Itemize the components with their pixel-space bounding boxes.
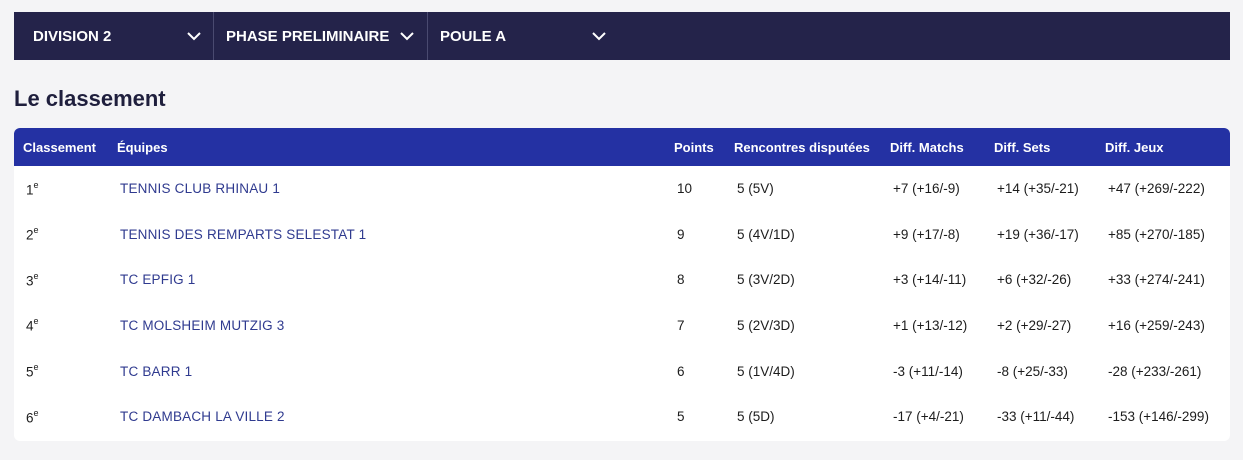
standings-table: Classement Équipes Points Rencontres dis… (14, 128, 1230, 440)
diff-jeux-cell: -153 (+146/-299) (1108, 409, 1209, 425)
team-link[interactable]: TC DAMBACH LA VILLE 2 (120, 409, 285, 424)
diff-matchs-cell: +1 (+13/-12) (893, 318, 968, 334)
table-row: 1e TENNIS CLUB RHINAU 1 10 5 (5V) +7 (+1… (14, 166, 1230, 212)
header-rencontres[interactable]: Rencontres disputées (734, 128, 890, 166)
diff-jeux-cell: +16 (+259/-243) (1108, 318, 1205, 334)
points-cell: 8 (677, 272, 685, 288)
team-link[interactable]: TENNIS DES REMPARTS SELESTAT 1 (120, 227, 366, 242)
played-cell: 5 (4V/1D) (737, 226, 795, 242)
header-diff-sets[interactable]: Diff. Sets (994, 128, 1105, 166)
header-points[interactable]: Points (674, 128, 734, 166)
diff-matchs-cell: -17 (+4/-21) (893, 409, 964, 425)
standings-card: Classement Équipes Points Rencontres dis… (14, 128, 1230, 441)
diff-jeux-cell: +33 (+274/-241) (1108, 272, 1205, 288)
played-cell: 5 (1V/4D) (737, 363, 795, 379)
team-link[interactable]: TENNIS CLUB RHINAU 1 (120, 181, 280, 196)
rank-cell: 5e (14, 348, 114, 394)
diff-sets-cell: +19 (+36/-17) (997, 226, 1079, 242)
poule-select-label: POULE A (440, 27, 507, 45)
points-cell: 6 (677, 363, 685, 379)
diff-matchs-cell: +3 (+14/-11) (893, 272, 967, 288)
rank-suffix: e (33, 225, 39, 236)
chevron-down-icon (187, 32, 201, 41)
section-title: Le classement (14, 86, 166, 111)
header-diff-jeux[interactable]: Diff. Jeux (1105, 128, 1230, 166)
diff-matchs-cell: -3 (+11/-14) (893, 363, 963, 379)
diff-sets-cell: -8 (+25/-33) (997, 363, 1068, 379)
team-cell: TC MOLSHEIM MUTZIG 3 (114, 303, 674, 349)
team-link[interactable]: TC BARR 1 (120, 364, 192, 379)
table-row: 4e TC MOLSHEIM MUTZIG 3 7 5 (2V/3D) +1 (… (14, 303, 1230, 349)
rank-cell: 3e (14, 257, 114, 303)
diff-jeux-cell: +47 (+269/-222) (1108, 181, 1205, 197)
diff-sets-cell: +2 (+29/-27) (997, 318, 1072, 334)
diff-sets-cell: +6 (+32/-26) (997, 272, 1072, 288)
rank-cell: 6e (14, 394, 114, 440)
filter-bar: DIVISION 2 PHASE PRELIMINAIRE POULE A (14, 12, 1230, 60)
table-header-row: Classement Équipes Points Rencontres dis… (14, 128, 1230, 166)
team-cell: TC BARR 1 (114, 348, 674, 394)
diff-jeux-cell: -28 (+233/-261) (1108, 363, 1202, 379)
team-link[interactable]: TC MOLSHEIM MUTZIG 3 (120, 318, 285, 333)
points-cell: 9 (677, 226, 685, 242)
played-cell: 5 (5V) (737, 181, 774, 197)
rank-suffix: e (33, 179, 39, 190)
rank-suffix: e (33, 407, 39, 418)
rank-cell: 1e (14, 166, 114, 212)
diff-sets-cell: -33 (+11/-44) (997, 409, 1075, 425)
points-cell: 10 (677, 181, 693, 197)
diff-matchs-cell: +9 (+17/-8) (893, 226, 960, 242)
diff-jeux-cell: +85 (+270/-185) (1108, 226, 1205, 242)
rank-cell: 4e (14, 303, 114, 349)
points-cell: 5 (677, 409, 685, 425)
team-link[interactable]: TC EPFIG 1 (120, 272, 196, 287)
rank-number: 6 (26, 410, 34, 426)
header-classement[interactable]: Classement (14, 128, 114, 166)
team-cell: TENNIS CLUB RHINAU 1 (114, 166, 674, 212)
rank-number: 2 (26, 227, 34, 243)
chevron-down-icon (592, 32, 606, 41)
table-row: 3e TC EPFIG 1 8 5 (3V/2D) +3 (+14/-11) +… (14, 257, 1230, 303)
division-select[interactable]: DIVISION 2 (14, 12, 214, 60)
rank-cell: 2e (14, 212, 114, 258)
diff-sets-cell: +14 (+35/-21) (997, 181, 1079, 197)
rank-suffix: e (33, 361, 39, 372)
page: DIVISION 2 PHASE PRELIMINAIRE POULE A Le… (0, 0, 1243, 460)
rank-number: 5 (26, 364, 34, 380)
table-row: 6e TC DAMBACH LA VILLE 2 5 5 (5D) -17 (+… (14, 394, 1230, 440)
rank-number: 3 (26, 273, 34, 289)
played-cell: 5 (2V/3D) (737, 318, 795, 334)
rank-number: 1 (26, 182, 34, 198)
division-select-label: DIVISION 2 (33, 27, 112, 45)
diff-matchs-cell: +7 (+16/-9) (893, 181, 960, 197)
rank-suffix: e (33, 316, 39, 327)
table-row: 2e TENNIS DES REMPARTS SELESTAT 1 9 5 (4… (14, 212, 1230, 258)
played-cell: 5 (3V/2D) (737, 272, 795, 288)
rank-suffix: e (33, 270, 39, 281)
played-cell: 5 (5D) (737, 409, 775, 425)
header-diff-matchs[interactable]: Diff. Matchs (890, 128, 994, 166)
phase-select-label: PHASE PRELIMINAIRE (226, 27, 390, 45)
chevron-down-icon (400, 32, 414, 41)
team-cell: TENNIS DES REMPARTS SELESTAT 1 (114, 212, 674, 258)
phase-select[interactable]: PHASE PRELIMINAIRE (214, 12, 428, 60)
team-cell: TC EPFIG 1 (114, 257, 674, 303)
points-cell: 7 (677, 318, 685, 334)
table-row: 5e TC BARR 1 6 5 (1V/4D) -3 (+11/-14) -8… (14, 348, 1230, 394)
poule-select[interactable]: POULE A (428, 12, 628, 60)
rank-number: 4 (26, 318, 34, 334)
header-equipes[interactable]: Équipes (114, 128, 674, 166)
team-cell: TC DAMBACH LA VILLE 2 (114, 394, 674, 440)
